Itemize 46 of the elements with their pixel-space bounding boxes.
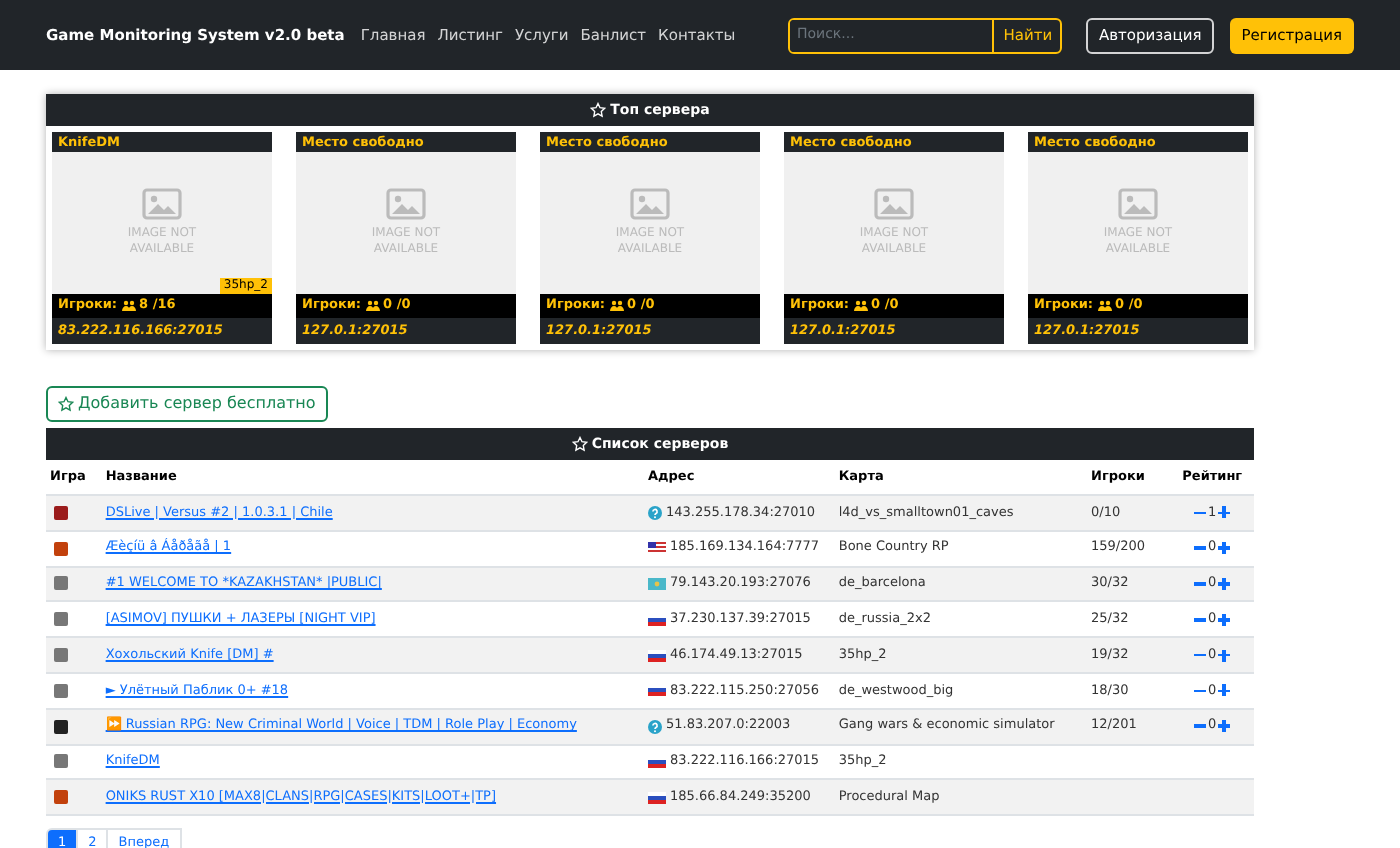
minus-icon[interactable]	[1194, 689, 1207, 693]
game-icon	[54, 754, 68, 769]
game-icon	[54, 505, 68, 520]
image-icon	[1118, 188, 1158, 220]
plus-icon[interactable]	[1218, 577, 1231, 590]
game-icon	[54, 612, 68, 627]
game-icon	[54, 790, 68, 805]
add-server-button[interactable]: Добавить сервер бесплатно	[46, 386, 328, 422]
minus-icon[interactable]	[1194, 653, 1207, 657]
flag-icon	[648, 577, 666, 590]
question-icon	[648, 505, 662, 520]
flag-icon	[648, 613, 666, 626]
minus-icon[interactable]	[1194, 618, 1207, 622]
game-icon	[54, 683, 68, 698]
plus-icon[interactable]	[1218, 720, 1231, 733]
flag-icon	[648, 791, 666, 804]
plus-icon[interactable]	[1218, 506, 1231, 519]
users-icon	[121, 300, 136, 312]
image-icon	[874, 188, 914, 220]
game-icon	[54, 576, 68, 591]
minus-icon[interactable]	[1194, 546, 1207, 550]
plus-icon[interactable]	[1218, 613, 1231, 626]
question-icon	[648, 719, 662, 734]
users-icon	[1097, 300, 1112, 312]
plus-icon[interactable]	[1218, 649, 1231, 662]
image-icon	[142, 188, 182, 220]
plus-icon[interactable]	[1218, 542, 1231, 555]
users-icon	[365, 300, 380, 312]
image-icon	[386, 188, 426, 220]
star-icon	[571, 436, 588, 452]
users-icon	[853, 300, 868, 312]
users-icon	[609, 300, 624, 312]
flag-icon	[648, 542, 666, 555]
star-icon	[58, 396, 74, 412]
star-icon	[590, 102, 607, 118]
flag-icon	[648, 755, 666, 768]
minus-icon[interactable]	[1194, 724, 1207, 728]
plus-icon[interactable]	[1218, 684, 1231, 697]
flag-icon	[648, 649, 666, 662]
game-icon	[54, 648, 68, 663]
flag-icon	[648, 684, 666, 697]
image-icon	[630, 188, 670, 220]
minus-icon[interactable]	[1194, 511, 1207, 515]
game-icon	[54, 541, 68, 556]
game-icon	[54, 719, 68, 734]
minus-icon[interactable]	[1194, 582, 1207, 586]
